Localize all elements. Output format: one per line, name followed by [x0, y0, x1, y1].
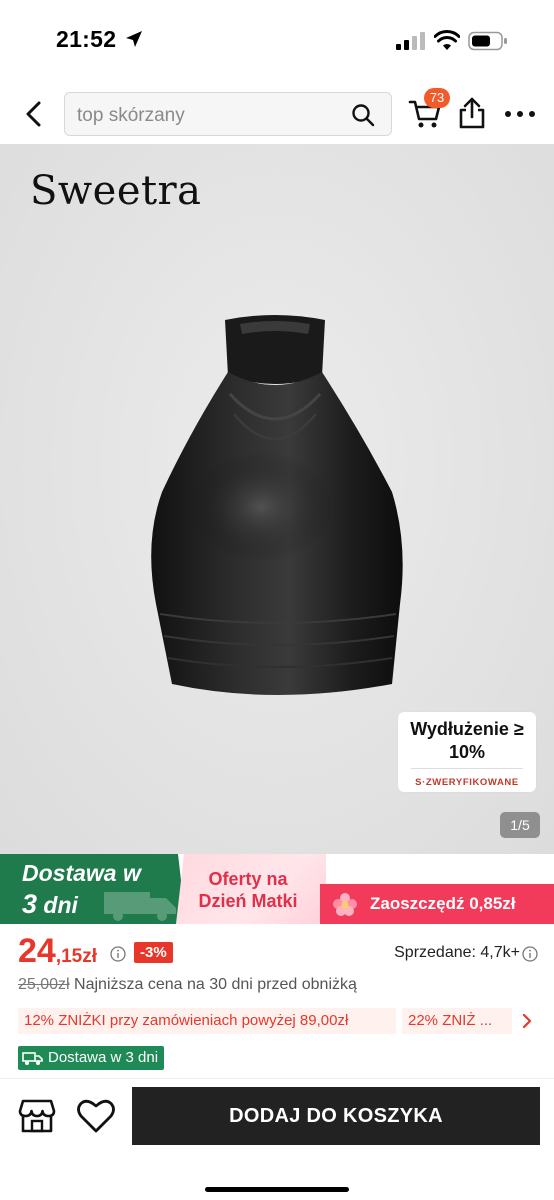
delivery-tag-text: Dostawa w 3 dni [48, 1049, 159, 1066]
product-image-carousel[interactable]: Sweetra Wydłużenie ≥ 10% S·ZWERYFIKOWANE… [0, 144, 554, 854]
current-price: 24,15zł [18, 932, 97, 971]
flower-icon [333, 893, 357, 916]
old-price-row: 25,00zł Najniższa cena na 30 dni przed o… [18, 976, 357, 994]
share-icon[interactable] [458, 96, 486, 130]
mothers-day-promo-text: Oferty na Dzień Matki [198, 869, 298, 911]
search-placeholder: top skórzany [77, 105, 185, 126]
discount-badge: -3% [134, 942, 173, 963]
heart-icon[interactable] [76, 1097, 116, 1135]
coupon-1[interactable]: 12% ZNIŻKI przy zamówieniach powyżej 89,… [18, 1008, 396, 1034]
delivery-promo-text: Dostawa w 3 dni [22, 858, 141, 921]
verified-badge-title: Wydłużenie ≥ 10% [410, 719, 524, 762]
bottom-action-bar: DODAJ DO KOSZYKA [0, 1078, 554, 1200]
verified-badge: Wydłużenie ≥ 10% S·ZWERYFIKOWANE [398, 712, 536, 792]
savings-promo-text: Zaoszczędź 0,85zł [370, 894, 516, 913]
lowest-price-note: Najniższa cena na 30 dni przed obniżką [74, 976, 357, 993]
home-indicator[interactable] [205, 1187, 349, 1192]
coupon-2[interactable]: 22% ZNIŻ ... [402, 1008, 512, 1034]
coupons-row[interactable]: 12% ZNIŻKI przy zamówieniach powyżej 89,… [18, 1008, 538, 1036]
back-button[interactable] [18, 98, 48, 130]
delivery-promo-unit: dni [43, 892, 78, 918]
delivery-tag: Dostawa w 3 dni [18, 1046, 165, 1070]
delivery-promo-line1: Dostawa w [22, 860, 141, 886]
store-icon[interactable] [18, 1097, 56, 1135]
location-arrow-icon [126, 31, 142, 47]
search-icon[interactable] [351, 103, 375, 127]
cart-count-badge: 73 [424, 88, 450, 108]
battery-icon [468, 31, 507, 51]
delivery-promo-line2: 3 dni [22, 889, 141, 921]
verified-badge-subtitle: S·ZWERYFIKOWANE [415, 777, 519, 788]
promo-strip[interactable]: Dostawa w 3 dni Oferty na Dzień Matki Za… [0, 854, 554, 924]
product-photo [151, 315, 403, 695]
more-dots-icon[interactable] [504, 104, 536, 124]
status-time: 21:52 [56, 26, 117, 52]
price-integer: 24 [18, 932, 56, 970]
chevron-right-icon[interactable] [520, 1012, 534, 1030]
back-chevron-icon [26, 101, 41, 127]
image-pager: 1/5 [500, 812, 540, 838]
status-bar: 21:52 [0, 0, 554, 80]
truck-icon [22, 1052, 43, 1065]
signal-icon [396, 32, 425, 50]
verified-badge-divider [411, 768, 523, 769]
brand-logo: Sweetra [30, 168, 202, 214]
info-icon[interactable] [522, 946, 538, 962]
top-nav: top skórzany 73 [0, 86, 554, 142]
sold-count: Sprzedane: 4,7k+ [394, 944, 520, 961]
delivery-promo-days: 3 [22, 889, 38, 919]
add-to-cart-button[interactable]: DODAJ DO KOSZYKA [132, 1087, 540, 1145]
info-icon[interactable] [110, 946, 126, 962]
old-price: 25,00zł [18, 976, 70, 993]
wifi-icon [434, 30, 460, 50]
search-input[interactable]: top skórzany [64, 92, 392, 136]
price-row: 24,15zł -3% Sprzedane: 4,7k+ [18, 932, 538, 972]
price-fraction: ,15zł [55, 946, 98, 967]
